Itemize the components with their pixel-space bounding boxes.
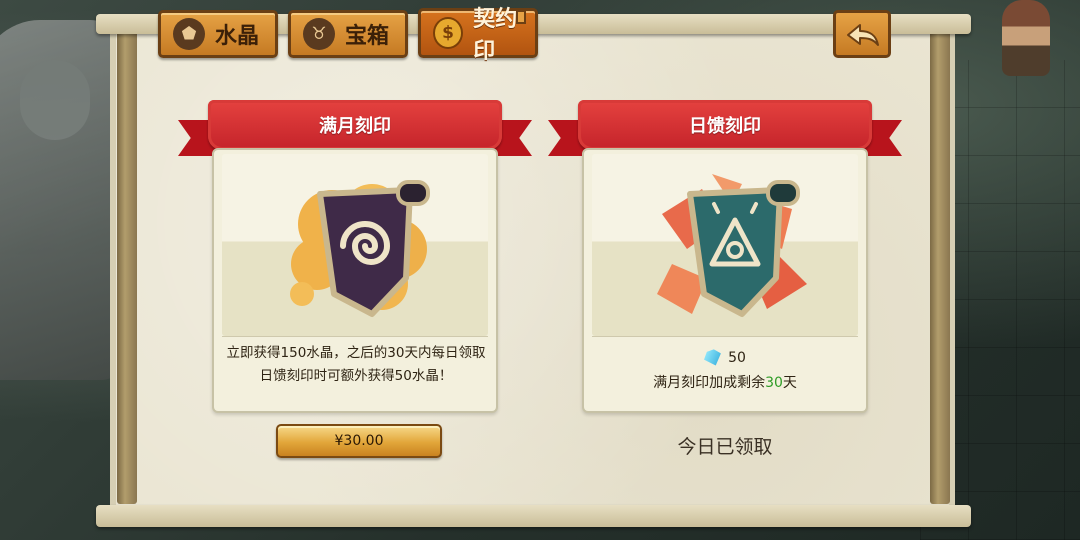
card-daily-seal: 50 满月刻印加成剩余30天 xyxy=(582,148,868,413)
sun-seal-scroll-icon xyxy=(657,174,807,317)
card-right-reward: 50 xyxy=(584,350,866,366)
card-right-banner: 日馈刻印 xyxy=(548,100,902,156)
tab-crystal-label: 水晶 xyxy=(215,24,260,49)
back-button[interactable] xyxy=(833,10,891,58)
tab-notch xyxy=(516,10,526,24)
card-right-art xyxy=(592,154,858,336)
card-left-title: 满月刻印 xyxy=(319,116,391,137)
frame-post-right xyxy=(930,24,950,504)
bonus-days: 30 xyxy=(765,375,783,391)
buy-button[interactable]: ¥30.00 xyxy=(276,424,442,458)
card-left-description: 立即获得150水晶，之后的30天内每日领取日馈刻印时可额外获得50水晶！ xyxy=(226,345,486,384)
bonus-prefix: 满月刻印加成剩余 xyxy=(653,375,766,391)
claimed-status: 今日已领取 xyxy=(677,436,773,458)
tab-chest-label: 宝箱 xyxy=(345,24,390,49)
card-right-bonus: 满月刻印加成剩余30天 xyxy=(584,372,866,392)
card-left-art xyxy=(222,154,488,336)
bonus-suffix: 天 xyxy=(782,375,797,391)
npc-character xyxy=(1002,0,1050,76)
tab-chest[interactable]: ♉ 宝箱 xyxy=(288,10,408,58)
crystal-gem-icon xyxy=(702,347,724,368)
tab-crystal[interactable]: ⬟ 水晶 xyxy=(158,10,278,58)
card-right-gem-amount: 50 xyxy=(728,350,746,366)
coin-icon: $ xyxy=(433,17,464,49)
frame-post-left xyxy=(117,24,137,504)
back-arrow-icon xyxy=(847,24,879,46)
card-full-moon-seal: 立即获得150水晶，之后的30天内每日领取日馈刻印时可额外获得50水晶！ xyxy=(212,148,498,413)
moon-seal-scroll-icon xyxy=(290,180,430,317)
card-right-title: 日馈刻印 xyxy=(689,116,761,137)
money-bag-icon: ♉ xyxy=(303,18,335,50)
card-left-banner: 满月刻印 xyxy=(178,100,532,156)
crystal-ore-icon: ⬟ xyxy=(173,18,205,50)
frame-rail-bottom xyxy=(96,505,971,527)
